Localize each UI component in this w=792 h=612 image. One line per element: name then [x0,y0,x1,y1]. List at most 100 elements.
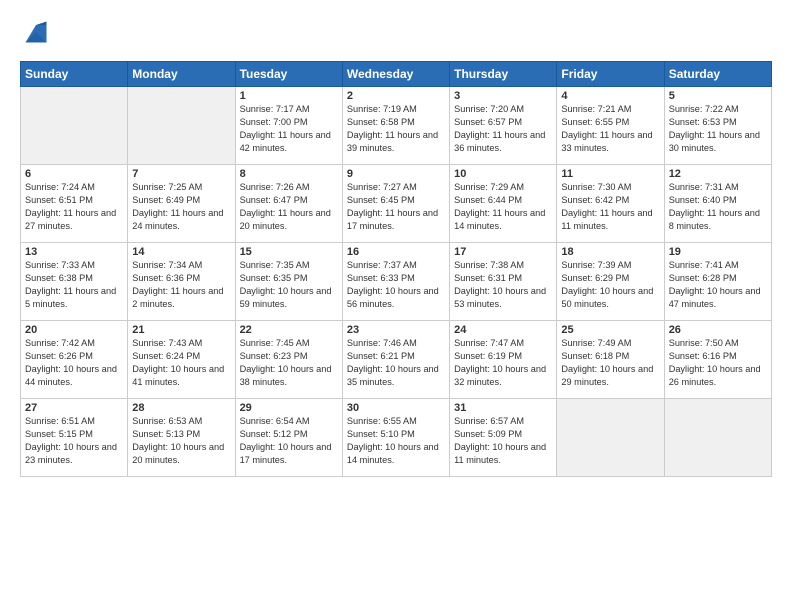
day-number: 24 [454,324,552,336]
day-info: Sunrise: 7:33 AMSunset: 6:38 PMDaylight:… [25,259,123,311]
day-info: Sunrise: 7:42 AMSunset: 6:26 PMDaylight:… [25,337,123,389]
day-info: Sunrise: 7:20 AMSunset: 6:57 PMDaylight:… [454,103,552,155]
day-number: 13 [25,246,123,258]
day-number: 2 [347,90,445,102]
calendar-cell: 24Sunrise: 7:47 AMSunset: 6:19 PMDayligh… [450,321,557,399]
day-number: 14 [132,246,230,258]
day-info: Sunrise: 7:43 AMSunset: 6:24 PMDaylight:… [132,337,230,389]
calendar-cell: 13Sunrise: 7:33 AMSunset: 6:38 PMDayligh… [21,243,128,321]
days-header-row: SundayMondayTuesdayWednesdayThursdayFrid… [21,62,772,87]
day-header-tuesday: Tuesday [235,62,342,87]
day-number: 21 [132,324,230,336]
calendar-cell: 12Sunrise: 7:31 AMSunset: 6:40 PMDayligh… [664,165,771,243]
calendar-cell: 7Sunrise: 7:25 AMSunset: 6:49 PMDaylight… [128,165,235,243]
day-number: 3 [454,90,552,102]
day-number: 20 [25,324,123,336]
day-header-thursday: Thursday [450,62,557,87]
day-number: 17 [454,246,552,258]
calendar-cell: 21Sunrise: 7:43 AMSunset: 6:24 PMDayligh… [128,321,235,399]
day-info: Sunrise: 7:50 AMSunset: 6:16 PMDaylight:… [669,337,767,389]
calendar-cell: 22Sunrise: 7:45 AMSunset: 6:23 PMDayligh… [235,321,342,399]
day-header-saturday: Saturday [664,62,771,87]
day-info: Sunrise: 7:22 AMSunset: 6:53 PMDaylight:… [669,103,767,155]
day-info: Sunrise: 7:41 AMSunset: 6:28 PMDaylight:… [669,259,767,311]
day-number: 8 [240,168,338,180]
day-number: 18 [561,246,659,258]
week-row-5: 27Sunrise: 6:51 AMSunset: 5:15 PMDayligh… [21,399,772,477]
calendar-cell: 18Sunrise: 7:39 AMSunset: 6:29 PMDayligh… [557,243,664,321]
calendar-cell: 19Sunrise: 7:41 AMSunset: 6:28 PMDayligh… [664,243,771,321]
calendar-cell: 11Sunrise: 7:30 AMSunset: 6:42 PMDayligh… [557,165,664,243]
day-info: Sunrise: 7:26 AMSunset: 6:47 PMDaylight:… [240,181,338,233]
day-number: 19 [669,246,767,258]
day-info: Sunrise: 6:55 AMSunset: 5:10 PMDaylight:… [347,415,445,467]
calendar-cell: 3Sunrise: 7:20 AMSunset: 6:57 PMDaylight… [450,87,557,165]
day-info: Sunrise: 7:29 AMSunset: 6:44 PMDaylight:… [454,181,552,233]
day-info: Sunrise: 7:25 AMSunset: 6:49 PMDaylight:… [132,181,230,233]
header [20,18,772,51]
day-info: Sunrise: 7:17 AMSunset: 7:00 PMDaylight:… [240,103,338,155]
day-info: Sunrise: 7:31 AMSunset: 6:40 PMDaylight:… [669,181,767,233]
calendar-cell: 31Sunrise: 6:57 AMSunset: 5:09 PMDayligh… [450,399,557,477]
day-info: Sunrise: 7:49 AMSunset: 6:18 PMDaylight:… [561,337,659,389]
day-number: 22 [240,324,338,336]
day-info: Sunrise: 7:37 AMSunset: 6:33 PMDaylight:… [347,259,445,311]
calendar-cell [128,87,235,165]
calendar-cell: 30Sunrise: 6:55 AMSunset: 5:10 PMDayligh… [342,399,449,477]
day-number: 4 [561,90,659,102]
day-number: 25 [561,324,659,336]
day-header-friday: Friday [557,62,664,87]
logo [20,18,50,51]
day-info: Sunrise: 7:24 AMSunset: 6:51 PMDaylight:… [25,181,123,233]
day-header-wednesday: Wednesday [342,62,449,87]
calendar-page: SundayMondayTuesdayWednesdayThursdayFrid… [0,0,792,612]
day-number: 7 [132,168,230,180]
calendar-cell: 6Sunrise: 7:24 AMSunset: 6:51 PMDaylight… [21,165,128,243]
day-info: Sunrise: 7:27 AMSunset: 6:45 PMDaylight:… [347,181,445,233]
day-number: 30 [347,402,445,414]
day-number: 5 [669,90,767,102]
day-number: 28 [132,402,230,414]
day-number: 26 [669,324,767,336]
calendar-cell: 20Sunrise: 7:42 AMSunset: 6:26 PMDayligh… [21,321,128,399]
calendar-cell: 4Sunrise: 7:21 AMSunset: 6:55 PMDaylight… [557,87,664,165]
calendar-cell: 9Sunrise: 7:27 AMSunset: 6:45 PMDaylight… [342,165,449,243]
calendar-table: SundayMondayTuesdayWednesdayThursdayFrid… [20,61,772,477]
day-number: 1 [240,90,338,102]
day-info: Sunrise: 7:35 AMSunset: 6:35 PMDaylight:… [240,259,338,311]
day-info: Sunrise: 6:53 AMSunset: 5:13 PMDaylight:… [132,415,230,467]
day-number: 31 [454,402,552,414]
calendar-cell: 15Sunrise: 7:35 AMSunset: 6:35 PMDayligh… [235,243,342,321]
day-number: 10 [454,168,552,180]
calendar-cell: 16Sunrise: 7:37 AMSunset: 6:33 PMDayligh… [342,243,449,321]
day-number: 9 [347,168,445,180]
logo-icon [22,18,50,46]
calendar-cell: 8Sunrise: 7:26 AMSunset: 6:47 PMDaylight… [235,165,342,243]
day-number: 29 [240,402,338,414]
day-info: Sunrise: 7:46 AMSunset: 6:21 PMDaylight:… [347,337,445,389]
day-number: 11 [561,168,659,180]
day-info: Sunrise: 7:21 AMSunset: 6:55 PMDaylight:… [561,103,659,155]
day-info: Sunrise: 6:51 AMSunset: 5:15 PMDaylight:… [25,415,123,467]
calendar-cell: 26Sunrise: 7:50 AMSunset: 6:16 PMDayligh… [664,321,771,399]
day-number: 27 [25,402,123,414]
calendar-cell: 23Sunrise: 7:46 AMSunset: 6:21 PMDayligh… [342,321,449,399]
week-row-1: 1Sunrise: 7:17 AMSunset: 7:00 PMDaylight… [21,87,772,165]
calendar-cell [664,399,771,477]
calendar-cell: 27Sunrise: 6:51 AMSunset: 5:15 PMDayligh… [21,399,128,477]
calendar-cell: 29Sunrise: 6:54 AMSunset: 5:12 PMDayligh… [235,399,342,477]
calendar-cell: 14Sunrise: 7:34 AMSunset: 6:36 PMDayligh… [128,243,235,321]
day-info: Sunrise: 7:30 AMSunset: 6:42 PMDaylight:… [561,181,659,233]
day-header-monday: Monday [128,62,235,87]
calendar-cell: 2Sunrise: 7:19 AMSunset: 6:58 PMDaylight… [342,87,449,165]
day-number: 16 [347,246,445,258]
day-info: Sunrise: 6:57 AMSunset: 5:09 PMDaylight:… [454,415,552,467]
calendar-cell: 5Sunrise: 7:22 AMSunset: 6:53 PMDaylight… [664,87,771,165]
calendar-cell [557,399,664,477]
day-number: 23 [347,324,445,336]
calendar-cell [21,87,128,165]
day-info: Sunrise: 7:19 AMSunset: 6:58 PMDaylight:… [347,103,445,155]
day-info: Sunrise: 7:38 AMSunset: 6:31 PMDaylight:… [454,259,552,311]
week-row-3: 13Sunrise: 7:33 AMSunset: 6:38 PMDayligh… [21,243,772,321]
calendar-cell: 1Sunrise: 7:17 AMSunset: 7:00 PMDaylight… [235,87,342,165]
